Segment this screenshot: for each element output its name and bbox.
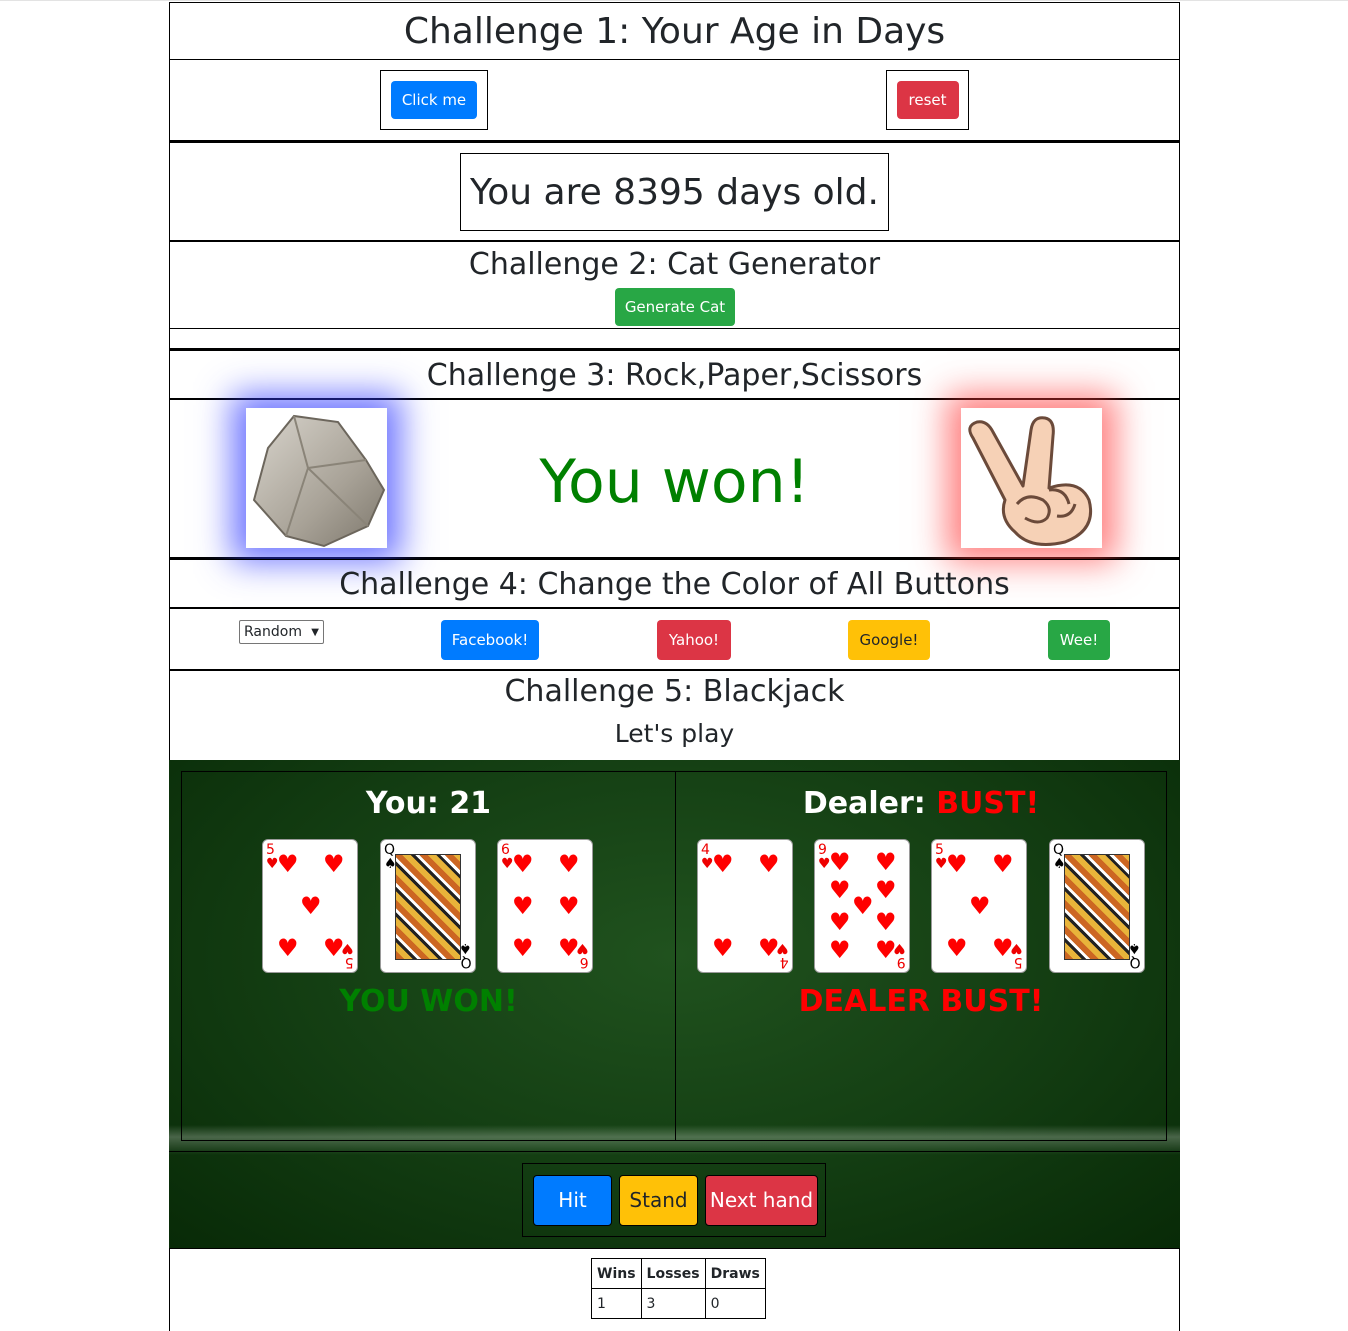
heart-icon: ♥	[323, 850, 345, 878]
dealer-card-4-hearts: 4 ♥ ♥ ♥ ♥ ♥ 4 ♥	[697, 839, 793, 973]
challenge5-subtitle: Let's play	[614, 719, 735, 748]
challenge2-header: Challenge 2: Cat Generator Generate Cat	[169, 242, 1180, 329]
heart-icon: ♥	[512, 850, 534, 878]
dealer-score-heading: Dealer: BUST!	[676, 786, 1166, 821]
heart-icon: ♥	[558, 892, 580, 920]
color-select[interactable]: Random ▼	[239, 620, 324, 644]
stand-button[interactable]: Stand	[619, 1174, 698, 1226]
heart-icon: ♥	[946, 850, 968, 878]
player-result: YOU WON!	[339, 984, 518, 1019]
card-index: 6 ♥	[576, 940, 589, 970]
blackjack-controls: Hit Stand Next hand	[522, 1163, 826, 1237]
card-index: 5 ♥	[1010, 940, 1023, 970]
challenge1-buttons-row: Click me reset	[169, 59, 1180, 141]
card-index: Q ♠	[1128, 940, 1141, 970]
challenge4-header: Challenge 4: Change the Color of All But…	[169, 559, 1180, 609]
browser-top-border	[0, 0, 1348, 1]
color-buttons-row: Random ▼ Facebook! Yahoo! Google! Wee!	[169, 607, 1180, 671]
reset-button-wrapper: reset	[886, 70, 969, 130]
hit-button[interactable]: Hit	[533, 1174, 612, 1226]
card-index: 9 ♥	[893, 940, 906, 970]
heart-icon: ♥	[512, 892, 534, 920]
challenge4-title: Challenge 4: Change the Color of All But…	[339, 566, 1010, 602]
heart-icon: ♥	[946, 934, 968, 962]
losses-value: 3	[640, 1288, 706, 1319]
player-card-queen-spades: Q ♠ Q ♠	[380, 839, 476, 973]
player-card-5-hearts: 5 ♥ ♥ ♥ ♥ ♥ ♥ 5 ♥	[262, 839, 358, 973]
table-divider	[169, 1151, 1180, 1152]
dealer-label: Dealer:	[802, 786, 937, 821]
dealer-result: DEALER BUST!	[798, 984, 1044, 1019]
dealer-card-9-hearts: 9 ♥ ♥ ♥ ♥ ♥ ♥ ♥ ♥ ♥ ♥ 9 ♥	[814, 839, 910, 973]
heart-icon: ♥	[829, 908, 851, 936]
challenge1-title: Challenge 1: Your Age in Days	[403, 10, 946, 52]
wee-button[interactable]: Wee!	[1048, 620, 1110, 660]
heart-icon: ♥	[758, 850, 780, 878]
dealer-card-queen-spades: Q ♠ Q ♠	[1049, 839, 1145, 973]
heart-icon: ♥	[875, 876, 897, 904]
reset-button[interactable]: reset	[896, 81, 959, 119]
heart-icon: ♥	[875, 908, 897, 936]
generate-cat-button[interactable]: Generate Cat	[615, 288, 735, 326]
heart-icon: ♥	[875, 848, 897, 876]
heart-icon: ♥	[829, 876, 851, 904]
heart-icon: ♥	[300, 892, 322, 920]
heart-icon: ♥	[277, 934, 299, 962]
heart-icon: ♥	[852, 892, 874, 920]
rps-result-area: You won!	[169, 398, 1180, 559]
player-card-6-hearts: 6 ♥ ♥ ♥ ♥ ♥ ♥ ♥ 6 ♥	[497, 839, 593, 973]
heart-icon: ♥	[277, 850, 299, 878]
color-select-value: Random	[244, 624, 302, 640]
google-button[interactable]: Google!	[848, 620, 930, 660]
challenge2-title: Challenge 2: Cat Generator	[468, 247, 881, 282]
player-label: You:	[365, 786, 450, 821]
yahoo-button[interactable]: Yahoo!	[657, 620, 731, 660]
dealer-box: Dealer: BUST! 4 ♥ ♥ ♥ ♥ ♥ 4 ♥ 9 ♥ ♥ ♥ ♥ ♥ ♥…	[675, 771, 1167, 1141]
scoreboard-area: Wins Losses Draws 1 3 0	[169, 1249, 1180, 1331]
dealer-score: BUST!	[936, 786, 1040, 821]
card-index: 5 ♥	[341, 940, 354, 970]
challenge1-result-row: You are 8395 days old.	[169, 141, 1180, 242]
dealer-card-5-hearts: 5 ♥ ♥ ♥ ♥ ♥ ♥ 5 ♥	[931, 839, 1027, 973]
table-row: Wins Losses Draws	[591, 1258, 766, 1289]
cat-gallery	[169, 328, 1180, 350]
player-score-heading: You: 21	[182, 786, 675, 821]
draws-header: Draws	[704, 1258, 766, 1289]
peace-hand-icon	[968, 416, 1092, 546]
facebook-button[interactable]: Facebook!	[441, 620, 539, 660]
challenge3-header: Challenge 3: Rock,Paper,Scissors	[169, 350, 1180, 400]
challenge5-header: Challenge 5: Blackjack Let's play	[169, 671, 1180, 761]
challenge1-header: Challenge 1: Your Age in Days	[169, 2, 1180, 60]
heart-icon: ♥	[512, 934, 534, 962]
wins-value: 1	[591, 1288, 642, 1319]
blackjack-table: You: 21 5 ♥ ♥ ♥ ♥ ♥ ♥ 5 ♥ Q ♠ Q ♠ 6 ♥ ♥ ♥ ♥ ♥	[169, 760, 1180, 1249]
bot-choice-scissors-image	[961, 408, 1102, 548]
table-row: 1 3 0	[591, 1288, 766, 1319]
heart-icon: ♥	[829, 848, 851, 876]
queen-face-icon	[1064, 854, 1130, 960]
player-score: 21	[449, 786, 492, 821]
draws-value: 0	[704, 1288, 766, 1319]
page-container: Challenge 1: Your Age in Days Click me r…	[169, 2, 1180, 1331]
heart-icon: ♥	[829, 936, 851, 964]
chevron-down-icon: ▼	[311, 626, 319, 638]
queen-face-icon	[395, 854, 461, 960]
age-result: You are 8395 days old.	[460, 153, 889, 231]
card-index: Q ♠	[459, 940, 472, 970]
heart-icon: ♥	[992, 850, 1014, 878]
card-index: 4 ♥	[776, 940, 789, 970]
next-hand-button[interactable]: Next hand	[705, 1174, 818, 1226]
wins-header: Wins	[591, 1258, 642, 1289]
losses-header: Losses	[640, 1258, 706, 1289]
click-me-button[interactable]: Click me	[391, 81, 477, 119]
heart-icon: ♥	[712, 850, 734, 878]
player-box: You: 21 5 ♥ ♥ ♥ ♥ ♥ ♥ 5 ♥ Q ♠ Q ♠ 6 ♥ ♥ ♥ ♥ ♥	[181, 771, 676, 1141]
heart-icon: ♥	[712, 934, 734, 962]
click-button-wrapper: Click me	[380, 70, 488, 130]
scoreboard-table: Wins Losses Draws 1 3 0	[591, 1258, 766, 1319]
heart-icon: ♥	[558, 850, 580, 878]
challenge5-title: Challenge 5: Blackjack	[504, 674, 845, 709]
heart-icon: ♥	[969, 892, 991, 920]
challenge3-title: Challenge 3: Rock,Paper,Scissors	[426, 357, 923, 393]
